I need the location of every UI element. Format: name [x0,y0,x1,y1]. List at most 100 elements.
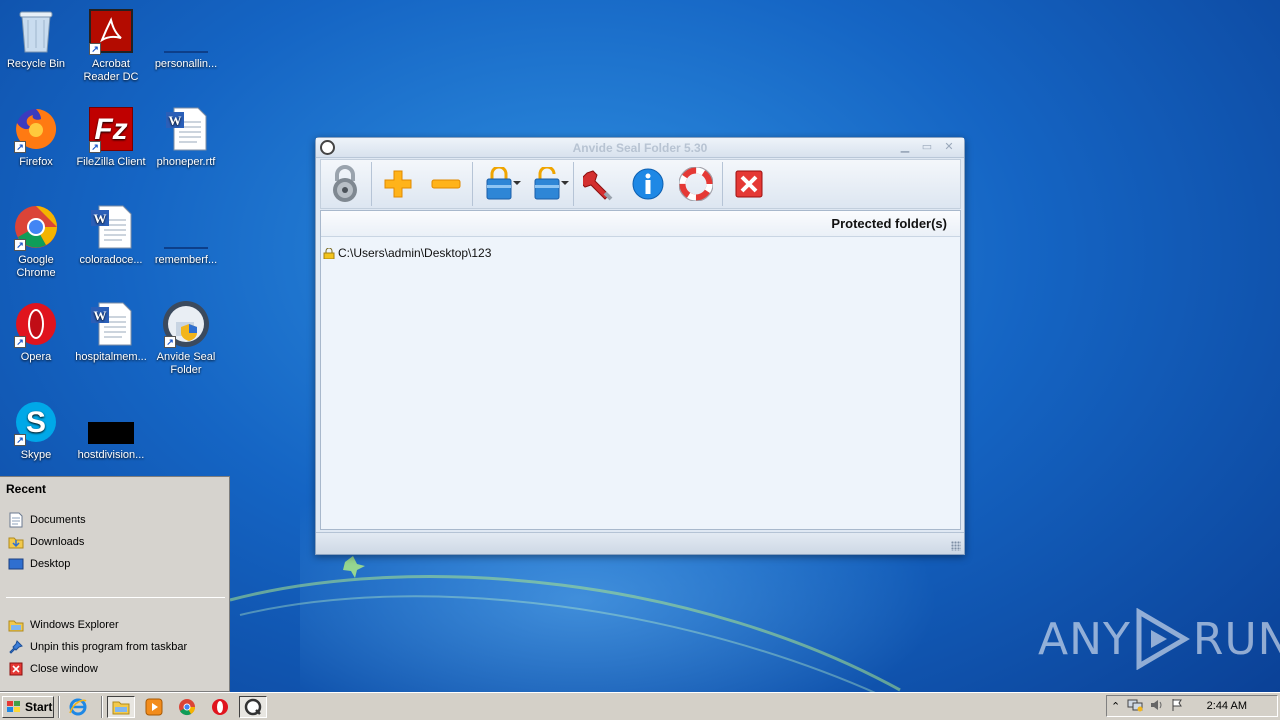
chevron-up-icon[interactable]: ⌃ [1111,700,1120,713]
desktop-icon-skype[interactable]: S ↗ Skype [0,398,74,462]
taskbar-anvide-seal-folder[interactable] [239,695,267,718]
black-file-icon [87,398,135,446]
desktop-icon-label: coloradoce... [79,254,143,266]
file-icon [162,7,210,55]
svg-text:W: W [169,113,182,128]
folder-row[interactable]: C:\Users\admin\Desktop\123 [323,246,491,260]
close-button[interactable]: ✕ [940,141,958,154]
maximize-button[interactable]: ▭ [918,141,936,154]
jumplist-item-downloads[interactable]: Downloads [8,534,84,550]
column-header-protected-folders[interactable]: Protected folder(s) [321,211,960,237]
jumplist-item-label: Documents [30,514,86,526]
help-button[interactable] [672,161,720,207]
taskbar-chrome[interactable] [173,696,201,718]
desktop-icon-label: hostdivision... [77,449,145,461]
windows-explorer-icon [112,701,130,714]
desktop-icon-label: Firefox [19,156,53,168]
anvide-seal-folder-icon: ↗ [162,300,210,348]
folder-path: C:\Users\admin\Desktop\123 [338,246,492,260]
desktop-icon-coloradoce[interactable]: W coloradoce... [73,203,149,267]
taskbar-separator [101,695,103,718]
desktop-icon-hospitalmem[interactable]: W hospitalmem... [73,300,149,364]
jumplist-item-close-window[interactable]: Close window [8,661,98,677]
taskbar-windows-explorer[interactable] [107,695,135,718]
desktop-icon-firefox[interactable]: ↗ Firefox [0,105,74,169]
jumplist-item-unpin[interactable]: Unpin this program from taskbar [8,639,187,655]
opera-icon [212,698,228,715]
clock[interactable]: 2:44 AM [1207,700,1247,712]
word-document-icon: W [87,203,135,251]
chevron-down-icon[interactable] [513,181,521,185]
shortcut-arrow-icon: ↗ [14,239,26,251]
close-access-button[interactable] [475,161,523,207]
start-label: Start [25,699,53,714]
desktop-icon-rememberf[interactable]: rememberf... [148,203,224,267]
chevron-down-icon[interactable] [561,181,569,185]
lock-toggle-button[interactable] [321,161,369,207]
minimize-button[interactable]: ▁ [896,141,914,154]
action-center-flag-icon[interactable] [1171,698,1183,715]
window-title: Anvide Seal Folder 5.30 [572,141,708,155]
lock-icon [323,247,335,259]
jumplist-item-documents[interactable]: Documents [8,512,86,528]
main-toolbar [320,159,961,209]
downloads-icon [8,534,24,550]
desktop-icon-label: personallin... [154,58,218,70]
add-folder-button[interactable] [374,161,422,207]
system-tray: ⌃ 2:44 AM [1106,695,1278,717]
taskbar-media-player[interactable] [140,696,168,718]
desktop-icon-personallin[interactable]: personallin... [148,7,224,71]
taskbar-internet-explorer[interactable] [64,696,92,718]
anyrun-watermark: ANY RUN [1038,608,1280,670]
desktop-icon-opera[interactable]: ↗ Opera [0,300,74,364]
internet-explorer-icon [69,698,87,715]
desktop-icon-acrobat[interactable]: ↗ Acrobat Reader DC [73,7,149,84]
play-logo-icon [1136,608,1190,670]
desktop-icon-anvide[interactable]: ↗ Anvide Seal Folder [148,300,224,377]
desktop-icon-hostdivision[interactable]: hostdivision... [73,398,149,462]
word-document-icon: W [162,105,210,153]
jumplist-item-desktop[interactable]: Desktop [8,556,70,572]
remove-folder-button[interactable] [422,161,470,207]
window-titlebar[interactable]: Anvide Seal Folder 5.30 ▁ ▭ ✕ [316,138,964,158]
jumplist-item-windows-explorer[interactable]: Windows Explorer [8,617,119,633]
recycle-bin-icon [12,7,60,55]
wrench-icon [583,170,613,201]
minus-icon [431,179,461,189]
firefox-icon: ↗ [12,105,60,153]
info-icon [632,168,664,200]
anvide-seal-folder-icon [244,698,262,715]
chrome-icon [179,698,196,715]
documents-icon [8,512,24,528]
taskbar: Start ⌃ 2:44 AM [0,692,1280,720]
jumplist-item-label: Windows Explorer [30,619,119,631]
settings-button[interactable] [576,161,624,207]
desktop-icon-label: rememberf... [154,254,218,266]
svg-text:S: S [26,406,46,439]
svg-text:W: W [94,211,107,226]
open-access-button[interactable] [523,161,571,207]
desktop-icon-filezilla[interactable]: Fz ↗ FileZilla Client [73,105,149,169]
media-player-icon [145,698,163,715]
unlocked-folder-icon [534,167,560,200]
file-icon [162,203,210,251]
toolbar-separator [573,162,574,206]
acrobat-reader-icon: ↗ [87,7,135,55]
desktop-icon-phoneper[interactable]: W phoneper.rtf [148,105,224,169]
watermark-right-text: RUN [1192,613,1280,665]
about-button[interactable] [624,161,672,207]
taskbar-opera[interactable] [206,696,234,718]
svg-text:W: W [94,308,107,323]
desktop-icon-recycle-bin[interactable]: Recycle Bin [0,7,74,71]
network-icon[interactable] [1127,698,1143,715]
shortcut-arrow-icon: ↗ [89,141,101,153]
protected-folders-list[interactable]: Protected folder(s) C:\Users\admin\Deskt… [320,210,961,530]
volume-icon[interactable] [1150,698,1164,715]
desktop-icon-chrome[interactable]: ↗ Google Chrome [0,203,74,280]
desktop-icon-label: Skype [20,449,52,461]
jumplist-item-label: Desktop [30,558,71,570]
exit-button[interactable] [725,161,773,207]
start-button[interactable]: Start [2,695,54,718]
resize-grip-icon[interactable] [951,541,961,551]
status-bar [316,532,964,554]
